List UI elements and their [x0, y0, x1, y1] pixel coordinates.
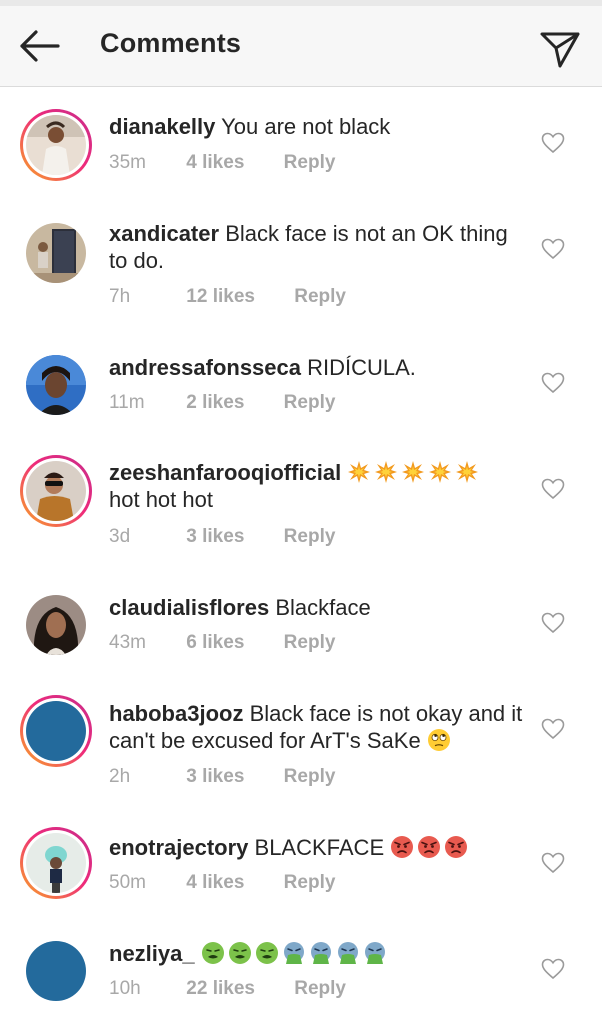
comment-text: zeeshanfarooqiofficial hot hot hot	[109, 459, 529, 513]
comment-likes[interactable]: 3 likes	[186, 526, 244, 548]
reply-button[interactable]: Reply	[284, 392, 336, 414]
comment-time: 35m	[109, 152, 146, 173]
reply-button[interactable]: Reply	[284, 632, 336, 654]
arrow-left-icon	[20, 30, 60, 62]
heart-outline-icon[interactable]	[541, 238, 565, 260]
comment-time: 2h	[109, 766, 131, 787]
vomiting-face-emoji	[364, 942, 385, 964]
comment-meta: 7h 12 likes Reply	[109, 286, 346, 308]
comment-body: hot hot hot	[109, 487, 213, 512]
comment-username[interactable]: claudialisflores	[109, 595, 269, 620]
back-button[interactable]	[14, 24, 64, 68]
collision-emoji	[429, 461, 452, 483]
collision-emoji	[456, 461, 479, 483]
heart-outline-icon[interactable]	[541, 718, 565, 740]
comment-time: 7h	[109, 286, 131, 307]
comment-meta: 10h 22 likes Reply	[109, 978, 346, 1000]
avatar[interactable]	[20, 695, 92, 767]
comment-time: 43m	[109, 632, 146, 653]
comment-text: xandicater Black face is not an OK thing…	[109, 220, 529, 274]
nauseated-face-emoji	[228, 942, 251, 964]
comment-likes[interactable]: 6 likes	[186, 632, 244, 654]
comment-text: nezliya_	[109, 940, 529, 967]
nauseated-face-emoji	[201, 942, 224, 964]
comment-username[interactable]: zeeshanfarooqiofficial	[109, 460, 341, 485]
comment-meta: 43m 6 likes Reply	[109, 632, 335, 654]
heart-outline-icon[interactable]	[541, 132, 565, 154]
nauseated-face-emoji	[255, 942, 278, 964]
comment-username[interactable]: enotrajectory	[109, 835, 248, 860]
avatar[interactable]	[26, 941, 86, 1001]
comment-text: andressafonsseca RIDÍCULA.	[109, 354, 529, 381]
reply-button[interactable]: Reply	[284, 526, 336, 548]
face-with-rolling-eyes-emoji	[427, 729, 450, 751]
comment-emojis	[347, 460, 482, 485]
avatar[interactable]	[20, 827, 92, 899]
comment-likes[interactable]: 4 likes	[186, 152, 244, 174]
heart-outline-icon[interactable]	[541, 612, 565, 634]
reply-button[interactable]: Reply	[284, 152, 336, 174]
comment-time: 11m	[109, 392, 145, 413]
paper-plane-icon	[540, 32, 580, 68]
angry-face-emoji	[445, 836, 468, 858]
comment-username[interactable]: dianakelly	[109, 114, 215, 139]
reply-button[interactable]: Reply	[294, 978, 346, 1000]
angry-face-emoji	[391, 836, 414, 858]
collision-emoji	[348, 461, 371, 483]
comment-time: 3d	[109, 526, 131, 547]
comment-meta: 50m 4 likes Reply	[109, 872, 335, 894]
comment-meta: 3d 3 likes Reply	[109, 526, 335, 548]
comment-likes[interactable]: 2 likes	[186, 392, 244, 414]
comment-text: enotrajectory BLACKFACE	[109, 834, 529, 861]
avatar[interactable]	[26, 355, 86, 415]
reply-button[interactable]: Reply	[284, 872, 336, 894]
comment-username[interactable]: andressafonsseca	[109, 355, 301, 380]
comment-username[interactable]: haboba3jooz	[109, 701, 243, 726]
heart-outline-icon[interactable]	[541, 852, 565, 874]
vomiting-face-emoji	[337, 942, 358, 964]
comment-likes[interactable]: 4 likes	[186, 872, 244, 894]
comment-body: Blackface	[275, 595, 371, 620]
comment-text: claudialisflores Blackface	[109, 594, 529, 621]
comment-body: RIDÍCULA.	[307, 355, 416, 380]
angry-face-emoji	[418, 836, 441, 858]
reply-button[interactable]: Reply	[284, 766, 336, 788]
avatar[interactable]	[20, 455, 92, 527]
comment-emojis	[390, 835, 471, 860]
page-title: Comments	[100, 28, 242, 58]
avatar[interactable]	[20, 109, 92, 181]
comment-username[interactable]: nezliya_	[109, 941, 195, 966]
comment-meta: 2h 3 likes Reply	[109, 766, 335, 788]
comment-emojis	[201, 941, 390, 966]
comment-time: 10h	[109, 978, 141, 999]
comment-username[interactable]: xandicater	[109, 221, 219, 246]
comments-header: Comments	[0, 6, 602, 87]
comment-meta: 11m 2 likes Reply	[109, 392, 335, 414]
comment-body: BLACKFACE	[254, 835, 385, 860]
comment-meta: 35m 4 likes Reply	[109, 152, 335, 174]
comment-likes[interactable]: 3 likes	[186, 766, 244, 788]
collision-emoji	[375, 461, 398, 483]
vomiting-face-emoji	[310, 942, 331, 964]
avatar[interactable]	[26, 595, 86, 655]
comment-text: dianakelly You are not black	[109, 113, 529, 140]
comment-time: 50m	[109, 872, 146, 893]
heart-outline-icon[interactable]	[541, 478, 565, 500]
vomiting-face-emoji	[283, 942, 304, 964]
comment-likes[interactable]: 12 likes	[186, 286, 255, 308]
comment-text: haboba3jooz Black face is not okay and i…	[109, 700, 529, 754]
heart-outline-icon[interactable]	[541, 958, 565, 980]
comment-likes[interactable]: 22 likes	[186, 978, 255, 1000]
reply-button[interactable]: Reply	[294, 286, 346, 308]
share-button[interactable]	[536, 24, 584, 72]
comment-body: You are not black	[221, 114, 391, 139]
heart-outline-icon[interactable]	[541, 372, 565, 394]
avatar[interactable]	[26, 223, 86, 283]
collision-emoji	[402, 461, 425, 483]
